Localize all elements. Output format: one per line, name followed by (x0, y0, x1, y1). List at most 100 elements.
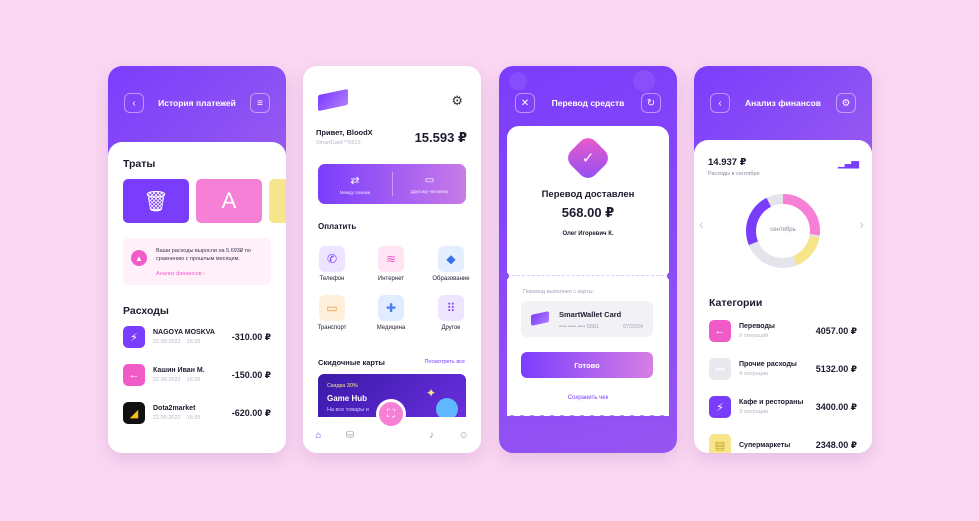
scan-button[interactable]: ⛶ (376, 399, 406, 429)
chevron-left-icon: ‹ (132, 97, 136, 109)
via-label: Перевод выполнен с карты: (523, 289, 595, 295)
cart-icon: ▤ (709, 434, 731, 453)
page-title: Перевод средств (551, 98, 625, 108)
spending-heading: Траты (123, 158, 156, 170)
wifi-icon: ≋ (378, 246, 404, 272)
expenses-heading: Расходы (123, 305, 169, 317)
category-row[interactable]: ••• Прочие расходы 4 операции 5132.00 ₽ (709, 356, 857, 382)
receipt-top: ✓ Перевод доставлен 568.00 ₽ Олег Игорев… (507, 126, 669, 276)
expense-amount: -620.00 ₽ (231, 407, 271, 418)
gear-icon: ⚙ (841, 97, 851, 109)
close-button[interactable]: ✕ (515, 93, 535, 113)
lightning-icon: ⚡ (709, 396, 731, 418)
expense-name: Dota2market (153, 405, 196, 412)
lightning-icon: ⚡ (123, 326, 145, 348)
settings-button[interactable]: ⚙ (836, 93, 856, 113)
chevron-left-icon[interactable]: ‹ (699, 216, 704, 232)
save-receipt-link[interactable]: Сохранить чек (507, 395, 669, 401)
page-title: История платежей (158, 98, 236, 108)
expense-date: 22.09.2022 (153, 339, 181, 345)
category-row[interactable]: ▤ Супермаркеты 2348.00 ₽ (709, 432, 857, 453)
basket-icon: 🗑︎ (143, 190, 169, 213)
header: ✕ Перевод средств ↻ (499, 92, 677, 114)
dota-logo-icon: ◢ (123, 402, 145, 424)
gear-icon[interactable]: ⚙ (451, 93, 463, 109)
screen-transfer: ✕ Перевод средств ↻ ✓ Перевод доставлен … (499, 66, 677, 453)
expense-date: 22.09.2022 (153, 377, 181, 383)
delivered-title: Перевод доставлен (541, 189, 635, 200)
category-row[interactable]: ⚡ Кафе и рестораны 3 операции 3400.00 ₽ (709, 394, 857, 420)
menu-button[interactable]: ≡ (250, 93, 270, 113)
transfer-own-label: Между своими (339, 189, 371, 195)
close-icon: ✕ (520, 97, 530, 109)
card-expiry: 07/2024 (623, 324, 643, 330)
pay-tile-medicine[interactable]: ✚ Медицина (371, 295, 411, 331)
done-button[interactable]: Готово (521, 352, 653, 378)
arrow-left-icon: ← (709, 320, 731, 342)
expense-amount: -310.00 ₽ (231, 331, 271, 342)
expense-row[interactable]: ← Кашин Иван М. 22.09.2022 16:35 -150.00… (123, 362, 271, 388)
pay-tile-label: Другое (441, 325, 461, 331)
back-button[interactable]: ‹ (710, 93, 730, 113)
category-name: Кафе и рестораны (739, 399, 804, 406)
pay-tile-education[interactable]: ◆ Образование (429, 246, 473, 282)
category-name: Переводы (739, 323, 775, 330)
expense-date: 22.09.2022 (153, 415, 181, 421)
expense-amount: -150.00 ₽ (231, 369, 271, 380)
back-button[interactable]: ‹ (124, 93, 144, 113)
bubble (509, 72, 527, 90)
refresh-icon: ↻ (646, 97, 656, 109)
pay-tile-other[interactable]: ⠿ Другое (434, 295, 468, 331)
expense-row[interactable]: ⚡ NAGOYA MOSKVA 22.09.2022 16:35 -310.00… (123, 324, 271, 350)
category-ops: 9 операций (739, 333, 769, 339)
swap-icon: ⇄ (350, 174, 360, 187)
expense-time: 16:35 (186, 377, 201, 383)
chevron-left-icon: ‹ (718, 97, 722, 109)
app-store-icon: A (221, 188, 237, 213)
wallet-icon[interactable]: ⛁ (346, 430, 354, 441)
discount-heading: Скидочные карты (318, 358, 385, 367)
transfer-other-button[interactable]: ▭ Другому человеку (393, 164, 466, 204)
header: ‹ История платежей ≡ (108, 92, 286, 114)
sparkle-icon: ✦ (425, 386, 436, 400)
card-logo-icon (531, 311, 549, 326)
profile-icon[interactable]: ☺ (459, 430, 469, 441)
transfer-actions: ⇄ Между своими ▭ Другому человеку (318, 164, 466, 204)
transfer-own-button[interactable]: ⇄ Между своими (318, 164, 392, 204)
promo-discount: Скидка 30% (327, 383, 358, 389)
pay-tile-phone[interactable]: ✆ Телефон (315, 246, 349, 282)
categories-heading: Категории (709, 297, 763, 309)
card-logo-icon (318, 88, 348, 112)
category-name: Прочие расходы (739, 361, 797, 368)
source-card[interactable]: SmartWallet Card •••• •••• •••• 5681 07/… (521, 301, 653, 337)
pay-heading: Оплатить (318, 222, 357, 231)
donut-center-label: сентябрь (770, 227, 796, 233)
category-amount: 4057.00 ₽ (815, 325, 857, 336)
card-number: •••• •••• •••• 5681 (559, 324, 599, 330)
category-amount: 3400.00 ₽ (815, 401, 857, 412)
chevron-right-icon[interactable]: › (859, 216, 864, 232)
pay-tile-internet[interactable]: ≋ Интернет (374, 246, 408, 282)
header: ‹ Анализ финансов ⚙ (694, 92, 872, 114)
medical-cross-icon: ✚ (378, 295, 404, 321)
bell-icon[interactable]: ♪ (429, 430, 434, 441)
alert-icon: ▲ (131, 250, 147, 266)
alert-text: Ваши расходы выросли на 5.693₽ по сравне… (156, 248, 251, 262)
spending-card-partial[interactable] (269, 179, 286, 223)
expense-row[interactable]: ◢ Dota2market 22.09.2022 16:35 -620.00 ₽ (123, 400, 271, 426)
pay-tile-label: Образование (432, 276, 470, 282)
bar-chart-icon[interactable]: ▁▃▅ (838, 158, 859, 169)
analysis-link[interactable]: Анализ финансов › (156, 271, 205, 277)
total-subtitle: Расходы в сентябре (708, 171, 760, 177)
spending-card-shopping[interactable]: 🗑︎ (123, 179, 189, 223)
spending-card-apps[interactable]: A (196, 179, 262, 223)
pay-tile-transport[interactable]: ▭ Транспорт (313, 295, 351, 331)
refresh-button[interactable]: ↻ (641, 93, 661, 113)
receipt-zigzag-edge (507, 412, 669, 420)
menu-icon: ≡ (257, 97, 263, 109)
bubble (633, 70, 655, 92)
home-icon[interactable]: ⌂ (315, 430, 321, 441)
arrow-left-icon: ← (123, 364, 145, 386)
see-all-link[interactable]: Посмотреть все (424, 359, 465, 365)
category-row[interactable]: ← Переводы 9 операций 4057.00 ₽ (709, 318, 857, 344)
